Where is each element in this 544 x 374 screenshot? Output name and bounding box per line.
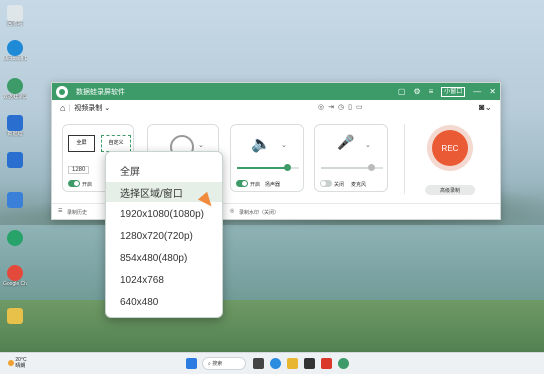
fullscreen-option[interactable]: 全屏 (68, 135, 95, 152)
wallpaper-grass (0, 300, 544, 355)
app-icon (7, 192, 23, 208)
history-icon[interactable]: ☰ (58, 208, 62, 214)
recorder-app-icon (7, 78, 23, 94)
keyboard-icon[interactable]: ▭ (356, 103, 363, 111)
watermark-small-icon: ◎ (230, 208, 235, 214)
minimize-icon[interactable]: — (473, 87, 481, 96)
weather-widget[interactable]: 20°C 晴朗 (8, 357, 27, 369)
app-logo-icon (56, 85, 68, 98)
home-icon[interactable]: ⌂ (60, 103, 65, 113)
sun-icon (8, 360, 14, 366)
desktop-icon-app-6[interactable] (3, 192, 27, 208)
title-bar: 数据蛙录屏软件 ▢ ⚙ ≡ 小窗口 — ✕ (52, 83, 500, 100)
area-toggle[interactable] (68, 180, 80, 187)
speaker-icon[interactable]: 🔈 (251, 134, 271, 154)
dropdown-item[interactable]: 1024x768 (106, 270, 222, 290)
chevron-down-icon[interactable]: ⌄ (198, 141, 204, 149)
dropdown-item[interactable]: 全屏 (106, 160, 222, 180)
store-icon[interactable] (304, 358, 315, 369)
app-icon (7, 230, 23, 246)
desktop-icon-app-4[interactable]: 数据蛙 (3, 115, 27, 137)
message-icon[interactable]: ▢ (398, 87, 406, 96)
app-title: 数据蛙录屏软件 (76, 88, 125, 96)
dropdown-item[interactable]: 854x480(480p) (106, 248, 222, 268)
desktop: 回收站 Microsoft Edge 数据蛙录屏软件 数据蛙 Google Ch… (0, 0, 544, 374)
speaker-toggle[interactable] (236, 180, 248, 187)
file-explorer-icon[interactable] (287, 358, 298, 369)
desktop-icon-folder[interactable] (3, 308, 27, 324)
folder-icon (7, 308, 23, 324)
mouse-icon[interactable]: ▯ (348, 103, 352, 111)
chevron-down-icon[interactable]: ⌄ (365, 141, 371, 149)
microphone-icon[interactable]: 🎤 (337, 134, 354, 151)
mode-selector[interactable]: 视频录制 ⌄ (74, 103, 110, 113)
toolbar: ⌂ | 视频录制 ⌄ ◎ ⇥ ◷ ▯ ▭ ◙⌄ (52, 100, 500, 116)
mic-volume-slider[interactable] (321, 164, 383, 171)
recycle-bin-icon (7, 5, 23, 21)
task-view-icon[interactable] (253, 358, 264, 369)
recorder-taskbar-icon[interactable] (338, 358, 349, 369)
history-link[interactable]: 录制历史 (67, 209, 87, 216)
camera-icon[interactable]: ◙⌄ (479, 102, 492, 113)
desktop-icon-recorder[interactable]: 数据蛙录屏软件 (3, 78, 27, 100)
search-icon: ⌕ (208, 360, 211, 367)
edge-icon (7, 40, 23, 56)
taskbar-search[interactable]: ⌕ 搜索 (202, 357, 246, 370)
watermark-icon[interactable]: ◎ (318, 103, 324, 111)
edge-taskbar-icon[interactable] (270, 358, 281, 369)
desktop-icon-app-5[interactable] (3, 152, 27, 168)
export-icon[interactable]: ⇥ (328, 103, 334, 111)
chevron-down-icon: ⌄ (104, 105, 111, 112)
speaker-panel: 🔈 ⌄ 开启 扬声器 (230, 124, 304, 192)
mic-toggle[interactable] (320, 180, 332, 187)
taskbar: 20°C 晴朗 ⌕ 搜索 (0, 352, 544, 374)
speaker-volume-slider[interactable] (237, 164, 299, 171)
resolution-dropdown-menu: 全屏 选择区域/窗口 1920x1080(1080p) 1280x720(720… (105, 151, 223, 318)
desktop-icon-app-7[interactable] (3, 230, 27, 246)
desktop-icon-chrome[interactable]: Google Chrome (3, 275, 27, 287)
mini-window-button[interactable]: 小窗口 (441, 86, 466, 97)
dropdown-item[interactable]: 640x480 (106, 292, 222, 312)
width-field[interactable]: 1280 (68, 166, 90, 174)
dropdown-item[interactable]: 1280x720(720p) (106, 226, 222, 246)
settings-icon[interactable]: ⚙ (413, 87, 420, 96)
advanced-record-button[interactable]: 高级录制 (425, 185, 475, 195)
windows-start-icon[interactable] (186, 358, 197, 369)
close-icon[interactable]: ✕ (489, 87, 496, 96)
rec-button[interactable]: REC (427, 125, 473, 171)
app-icon (7, 115, 23, 131)
desktop-icon-edge[interactable]: Microsoft Edge (3, 40, 27, 62)
menu-icon[interactable]: ≡ (429, 87, 434, 96)
watermark-link[interactable]: 录制水印（关闭） (239, 209, 279, 216)
desktop-icon-recycle-bin[interactable]: 回收站 (3, 5, 27, 27)
divider: | (68, 104, 71, 112)
chevron-down-icon[interactable]: ⌄ (281, 141, 287, 149)
timer-icon[interactable]: ◷ (338, 103, 344, 111)
divider (404, 124, 405, 194)
mic-panel: 🎤 ⌄ 关闭 麦克风 (314, 124, 388, 192)
app-icon (7, 152, 23, 168)
custom-area-option[interactable]: 自定义 (101, 135, 131, 152)
wps-icon[interactable] (321, 358, 332, 369)
